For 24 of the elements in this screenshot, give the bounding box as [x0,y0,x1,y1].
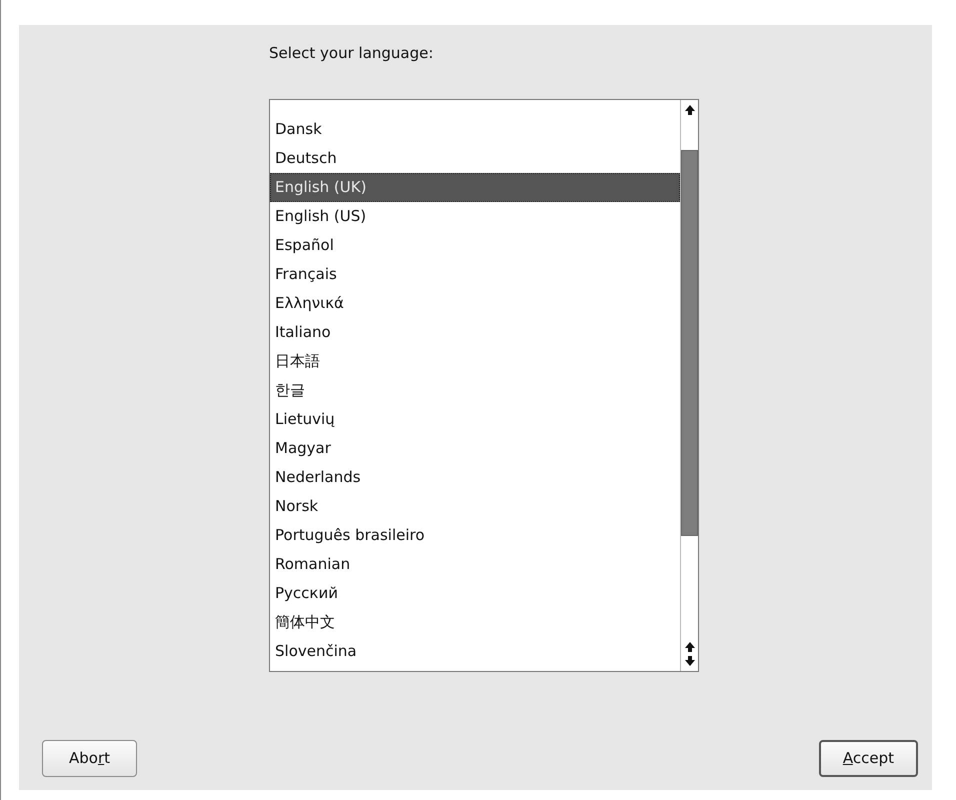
language-item[interactable]: Русский [270,578,680,608]
language-item[interactable]: Português brasileiro [270,520,680,550]
language-item[interactable]: Magyar [270,434,680,462]
language-item[interactable]: 日本語 [270,346,680,376]
language-item[interactable]: Français [270,260,680,288]
language-item[interactable]: Romanian [270,550,680,578]
scrollbar-thumb[interactable] [681,150,698,536]
language-item[interactable]: 한글 [270,376,680,404]
language-item[interactable]: English (US) [270,202,680,230]
language-item[interactable]: 簡体中文 [270,608,680,636]
language-item[interactable]: Lietuvių [270,404,680,434]
language-item[interactable]: Ελληνικά [270,288,680,318]
dialog-button[interactable]: Abort [42,740,138,777]
dialog-button[interactable]: Accept [818,740,918,777]
scrollbar[interactable] [680,100,698,670]
language-item[interactable]: English (UK) [270,172,680,202]
language-item[interactable]: Italiano [270,318,680,346]
language-item[interactable]: Dansk [270,114,680,144]
language-item[interactable]: Slovenčina [270,636,680,666]
prompt-label: Select your language: [269,43,434,64]
language-item[interactable]: Deutsch [270,144,680,172]
language-item[interactable]: Nederlands [270,462,680,492]
language-item[interactable]: Español [270,230,680,260]
language-item[interactable]: Norsk [270,492,680,520]
